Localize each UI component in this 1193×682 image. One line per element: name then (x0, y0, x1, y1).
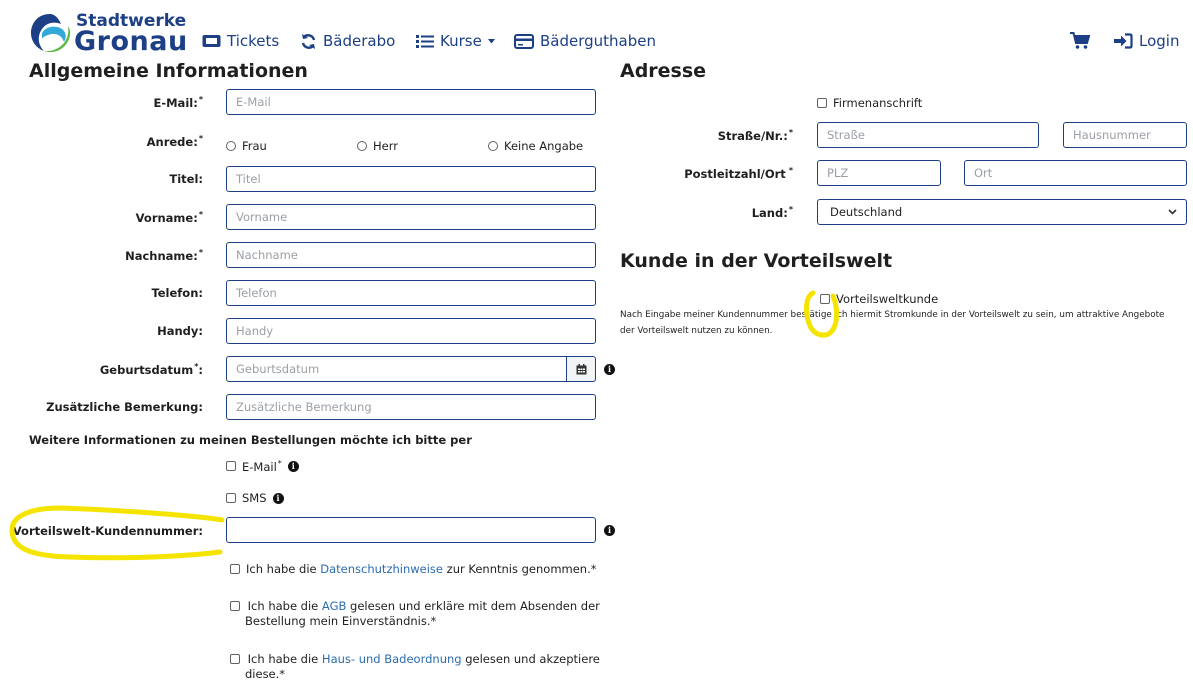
handy-field[interactable]: Handy (226, 318, 596, 344)
titel-field[interactable]: Titel (226, 166, 596, 192)
chevron-down-icon (487, 38, 495, 43)
anrede-label: Anrede:* (146, 134, 203, 149)
land-select-value: Deutschland (830, 205, 903, 219)
section-title-vorteilswelt: Kunde in der Vorteilswelt (620, 250, 893, 272)
nav-baederguthaben-label: Bäderguthaben (540, 32, 657, 50)
sync-icon (301, 33, 316, 49)
agb-link[interactable]: AGB (322, 599, 346, 613)
bemerkung-label: Zusätzliche Bemerkung: (46, 400, 203, 414)
brand-line2: Gronau (74, 26, 188, 57)
list-icon (416, 34, 434, 48)
geburtsdatum-label: Geburtsdatum*: (99, 362, 203, 377)
handy-label: Handy: (157, 324, 203, 338)
radio-herr-label: Herr (373, 139, 398, 153)
contact-sms-label: SMS (242, 491, 267, 505)
telefon-label: Telefon: (151, 286, 203, 300)
radio-frau[interactable]: Frau (226, 139, 267, 153)
contact-pref-text: Weitere Informationen zu meinen Bestellu… (29, 433, 472, 447)
nav-tickets-label: Tickets (227, 32, 280, 50)
nav-baederabo-label: Bäderabo (323, 32, 396, 50)
ort-field[interactable]: Ort (964, 160, 1187, 186)
contact-email-box[interactable] (226, 461, 236, 472)
radio-keine-angabe[interactable]: Keine Angabe (488, 139, 583, 153)
bemerkung-field[interactable]: Zusätzliche Bemerkung (226, 394, 596, 420)
consent-agb-box[interactable] (230, 601, 240, 611)
vorteilswelt-description: Nach Eingabe meiner Kundennummer bestäti… (620, 307, 1192, 339)
contact-sms-info-icon[interactable]: i (272, 492, 284, 504)
contact-sms-checkbox[interactable]: SMS i (226, 491, 284, 505)
nav-baederguthaben[interactable]: Bäderguthaben (514, 32, 656, 50)
kundennummer-label: Vorteilswelt-Kundennummer: (12, 524, 203, 538)
titel-label: Titel: (169, 172, 203, 186)
vorteilswelt-label: Vorteilsweltkunde (836, 292, 939, 306)
nav-kurse-label: Kurse (440, 32, 482, 50)
vorteilswelt-box[interactable] (820, 294, 830, 304)
nav-tickets[interactable]: Tickets (202, 32, 279, 50)
consent-hausordnung[interactable]: Ich habe die Haus- und Badeordnung geles… (230, 652, 600, 682)
vorteilswelt-description-line2: der Vorteilswelt nutzen zu können. (620, 326, 773, 336)
land-label: Land:* (751, 205, 793, 220)
brand-logo[interactable]: Stadtwerke Gronau (28, 10, 187, 56)
vorname-field[interactable]: Vorname (226, 204, 596, 230)
consent-datenschutz[interactable]: Ich habe die Datenschutzhinweise zur Ken… (230, 562, 597, 576)
calendar-button[interactable] (566, 356, 596, 382)
nachname-field[interactable]: Nachname (226, 242, 596, 268)
contact-email-checkbox[interactable]: E-Mail* i (226, 459, 299, 474)
vorteilswelt-description-line1: Nach Eingabe meiner Kundennummer bestäti… (620, 310, 1165, 320)
vorname-label: Vorname:* (135, 210, 203, 225)
geburtsdatum-info-icon[interactable]: i (604, 364, 615, 375)
telefon-field[interactable]: Telefon (226, 280, 596, 306)
ticket-icon (202, 35, 221, 47)
kundennummer-info-icon[interactable]: i (604, 525, 615, 536)
nav-login[interactable]: Login (1114, 32, 1179, 50)
plz-field[interactable]: PLZ (817, 160, 941, 186)
chevron-down-icon (1168, 209, 1177, 215)
radio-frau-control[interactable] (226, 141, 236, 151)
contact-email-info-icon[interactable]: i (287, 460, 299, 472)
contact-email-label: E-Mail* (242, 459, 282, 474)
nav-login-label: Login (1139, 32, 1180, 50)
consent-hausordnung-text-line2: diese.* (245, 667, 286, 681)
firmenanschrift-box[interactable] (817, 98, 827, 108)
email-field[interactable]: E-Mail (226, 89, 596, 115)
hausordnung-link[interactable]: Haus- und Badeordnung (322, 652, 462, 666)
consent-datenschutz-box[interactable] (230, 564, 240, 574)
consent-hausordnung-box[interactable] (230, 654, 240, 664)
credit-card-icon (514, 33, 534, 49)
strasse-field[interactable]: Straße (817, 122, 1039, 148)
calendar-icon (576, 363, 586, 374)
hausnummer-field[interactable]: Hausnummer (1063, 122, 1187, 148)
geburtsdatum-field[interactable]: Geburtsdatum (226, 356, 567, 382)
section-title-address: Adresse (620, 60, 707, 82)
login-icon (1114, 33, 1133, 49)
land-select[interactable]: Deutschland (817, 199, 1187, 225)
datenschutz-link[interactable]: Datenschutzhinweise (320, 562, 443, 576)
strasse-label: Straße/Nr.:* (717, 128, 793, 143)
consent-hausordnung-text: Ich habe die Haus- und Badeordnung geles… (247, 652, 600, 666)
consent-datenschutz-text: Ich habe die Datenschutzhinweise zur Ken… (246, 562, 597, 576)
firmenanschrift-checkbox[interactable]: Firmenanschrift (817, 96, 922, 110)
firmenanschrift-label: Firmenanschrift (833, 96, 923, 110)
cart-icon[interactable] (1070, 32, 1090, 50)
nachname-label: Nachname:* (125, 248, 203, 263)
radio-herr-control[interactable] (357, 141, 367, 151)
consent-agb-text: Ich habe die AGB gelesen und erkläre mit… (247, 599, 600, 613)
radio-frau-label: Frau (242, 139, 267, 153)
nav-baederabo[interactable]: Bäderabo (300, 32, 395, 50)
email-label: E-Mail:* (153, 95, 203, 110)
logo-icon (31, 14, 71, 53)
consent-agb-text-line2: Bestellung mein Einverständnis.* (245, 614, 437, 628)
kundennummer-field[interactable] (226, 517, 596, 543)
radio-herr[interactable]: Herr (357, 139, 398, 153)
section-title-general: Allgemeine Informationen (29, 60, 308, 82)
radio-keine-angabe-label: Keine Angabe (504, 139, 584, 153)
plz-label: Postleitzahl/Ort * (684, 166, 793, 181)
consent-agb[interactable]: Ich habe die AGB gelesen und erkläre mit… (230, 599, 600, 629)
contact-sms-box[interactable] (226, 493, 236, 503)
radio-keine-angabe-control[interactable] (488, 141, 498, 151)
nav-kurse[interactable]: Kurse (416, 32, 495, 50)
vorteilswelt-checkbox[interactable]: Vorteilsweltkunde (820, 292, 938, 306)
